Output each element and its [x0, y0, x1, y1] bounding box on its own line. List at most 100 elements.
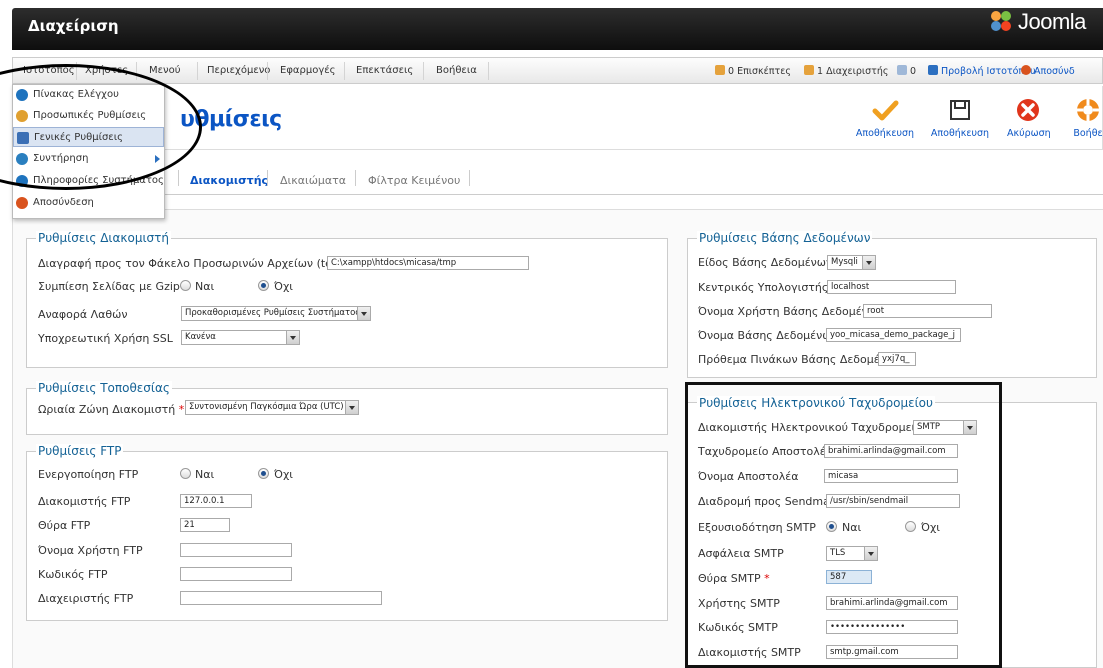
menu-components[interactable]: Εφαρμογές [280, 65, 336, 76]
error-reporting-select[interactable]: Προκαθορισμένες Ρυθμίσεις Συστήματος [181, 306, 371, 321]
help-button[interactable]: Βοήθε [1068, 96, 1103, 139]
menu-extensions[interactable]: Επεκτάσεις [356, 65, 413, 76]
users-icon [715, 65, 725, 75]
floppy-disk-icon [950, 100, 970, 120]
save-close-label: Αποθήκευση [930, 128, 990, 139]
ftp-root-label: Διαχειριστής FTP [38, 592, 134, 605]
save-button[interactable]: Αποθήκευση [854, 96, 916, 139]
gzip-no-radio[interactable] [258, 280, 269, 291]
gzip-yes-radio[interactable] [180, 280, 191, 291]
ftp-no-label: Όχι [274, 468, 294, 481]
tab-bar [12, 165, 1103, 195]
timezone-select[interactable]: Συντονισμένη Παγκόσμια Ώρα (UTC) [185, 400, 359, 415]
chevron-down-icon [286, 331, 299, 344]
ftp-yes-label: Ναι [195, 468, 215, 481]
ftp-yes-radio[interactable] [180, 468, 191, 479]
visitors-count: 0 Επισκέπτες [728, 66, 791, 77]
logo-text: Joomla [1018, 9, 1086, 34]
temp-path-label: Διαγραφή προς τον Φάκελο Προσωρινών Αρχε… [38, 257, 354, 270]
monitor-icon [928, 65, 938, 75]
annotation-box [685, 382, 1002, 668]
ftp-no-radio[interactable] [258, 468, 269, 479]
admins-status[interactable]: 1 Διαχειριστής [804, 65, 888, 77]
view-site-link[interactable]: Προβολή Ιστοτόπου [928, 65, 1035, 77]
checkmark-icon [872, 100, 899, 121]
db-user-input[interactable]: root [863, 304, 992, 318]
temp-path-input[interactable]: C:\xampp\htdocs\micasa/tmp [327, 256, 529, 270]
menu-content[interactable]: Περιεχόμενο [207, 65, 270, 76]
db-name-label: Όνομα Βάσης Δεδομένων [698, 329, 838, 342]
error-reporting-value: Προκαθορισμένες Ρυθμίσεις Συστήματος [185, 308, 361, 318]
joomla-logo-icon [991, 11, 1011, 31]
page: Διαχείριση Joomla Ιστότοπος Χρήστες Μενο… [0, 0, 1103, 668]
tab-divider [178, 170, 179, 186]
menu-menus[interactable]: Μενού [149, 65, 181, 76]
admin-icon [804, 65, 814, 75]
menu-divider [423, 62, 424, 80]
ftp-user-label: Όνομα Χρήστη FTP [38, 544, 143, 557]
logout-icon [1021, 65, 1031, 75]
tab-divider [355, 170, 356, 186]
db-prefix-input[interactable]: yxj7q_ [878, 352, 916, 366]
ftp-host-input[interactable]: 127.0.0.1 [180, 494, 252, 508]
tab-permissions[interactable]: Δικαιώματα [280, 174, 346, 187]
messages-icon [897, 65, 907, 75]
menu-bar: Ιστότοπος Χρήστες Μενού Περιεχόμενο Εφαρ… [12, 57, 1103, 84]
cancel-label: Ακύρωση [1007, 128, 1051, 139]
menu-divider [344, 62, 345, 80]
save-label: Αποθήκευση [855, 128, 915, 139]
messages-count: 0 [910, 66, 917, 77]
force-ssl-select[interactable]: Κανένα [181, 330, 300, 345]
gzip-no-label: Όχι [274, 280, 294, 293]
required-marker: * [178, 403, 185, 416]
menu-help[interactable]: Βοήθεια [436, 65, 477, 76]
chevron-down-icon [862, 256, 875, 269]
ftp-host-label: Διακομιστής FTP [38, 495, 131, 508]
visitors-status[interactable]: 0 Επισκέπτες [715, 65, 791, 77]
cancel-button[interactable]: Ακύρωση [1007, 96, 1051, 139]
tab-text-filters[interactable]: Φίλτρα Κειμένου [368, 174, 460, 187]
timezone-label-text: Ωριαία Ζώνη Διακομιστή [38, 403, 176, 416]
gzip-label: Συμπίεση Σελίδας με Gzip [38, 280, 180, 293]
logout-label: Αποσύνδ [1034, 66, 1075, 77]
db-user-label: Όνομα Χρήστη Βάσης Δεδομένων [698, 305, 884, 318]
messages-status[interactable]: 0 [897, 65, 916, 77]
force-ssl-label: Υποχρεωτική Χρήση SSL [38, 332, 173, 345]
force-ssl-value: Κανένα [185, 332, 216, 342]
menu-divider [488, 62, 489, 80]
lifebuoy-icon [1077, 99, 1099, 121]
db-type-value: Mysqli [831, 257, 858, 267]
dropdown-item-logout[interactable]: Αποσύνδεση [13, 193, 164, 213]
ftp-port-input[interactable]: 21 [180, 518, 230, 532]
gzip-yes-label: Ναι [195, 280, 215, 293]
tab-divider [469, 170, 470, 186]
ftp-pass-label: Κωδικός FTP [38, 568, 108, 581]
db-host-input[interactable]: localhost [827, 280, 956, 294]
save-close-button[interactable]: Αποθήκευση [929, 96, 991, 139]
timezone-value: Συντονισμένη Παγκόσμια Ώρα (UTC) [189, 402, 344, 412]
help-label: Βοήθε [1073, 128, 1103, 139]
menu-divider [267, 62, 268, 80]
admins-count: 1 Διαχειριστής [817, 66, 889, 77]
timezone-label: Ωριαία Ζώνη Διακομιστή * [38, 403, 184, 416]
ftp-root-input[interactable] [180, 591, 382, 605]
db-host-label: Κεντρικός Υπολογιστής [698, 281, 829, 294]
db-name-input[interactable]: yoo_micasa_demo_package_j [826, 328, 961, 342]
db-type-select[interactable]: Mysqli [827, 255, 876, 270]
logout-link[interactable]: Αποσύνδ [1021, 65, 1075, 77]
ftp-enable-label: Ενεργοποίηση FTP [38, 468, 139, 481]
admin-title: Διαχείριση [28, 17, 119, 35]
db-type-label: Είδος Βάσης Δεδομένων [698, 256, 833, 269]
ftp-user-input[interactable] [180, 543, 292, 557]
cancel-icon [1017, 99, 1039, 121]
db-prefix-label: Πρόθεμα Πινάκων Βάσης Δεδομένων [698, 353, 902, 366]
dropdown-item-label: Αποσύνδεση [33, 197, 94, 208]
error-reporting-label: Αναφορά Λαθών [38, 308, 128, 321]
tab-divider [267, 170, 268, 186]
content-top-strip [12, 196, 1103, 210]
ftp-pass-input[interactable] [180, 567, 292, 581]
tab-server[interactable]: Διακομιστής [190, 174, 268, 187]
ftp-settings-legend: Ρυθμίσεις FTP [36, 444, 124, 458]
chevron-down-icon [345, 401, 358, 414]
menu-divider [197, 62, 198, 80]
